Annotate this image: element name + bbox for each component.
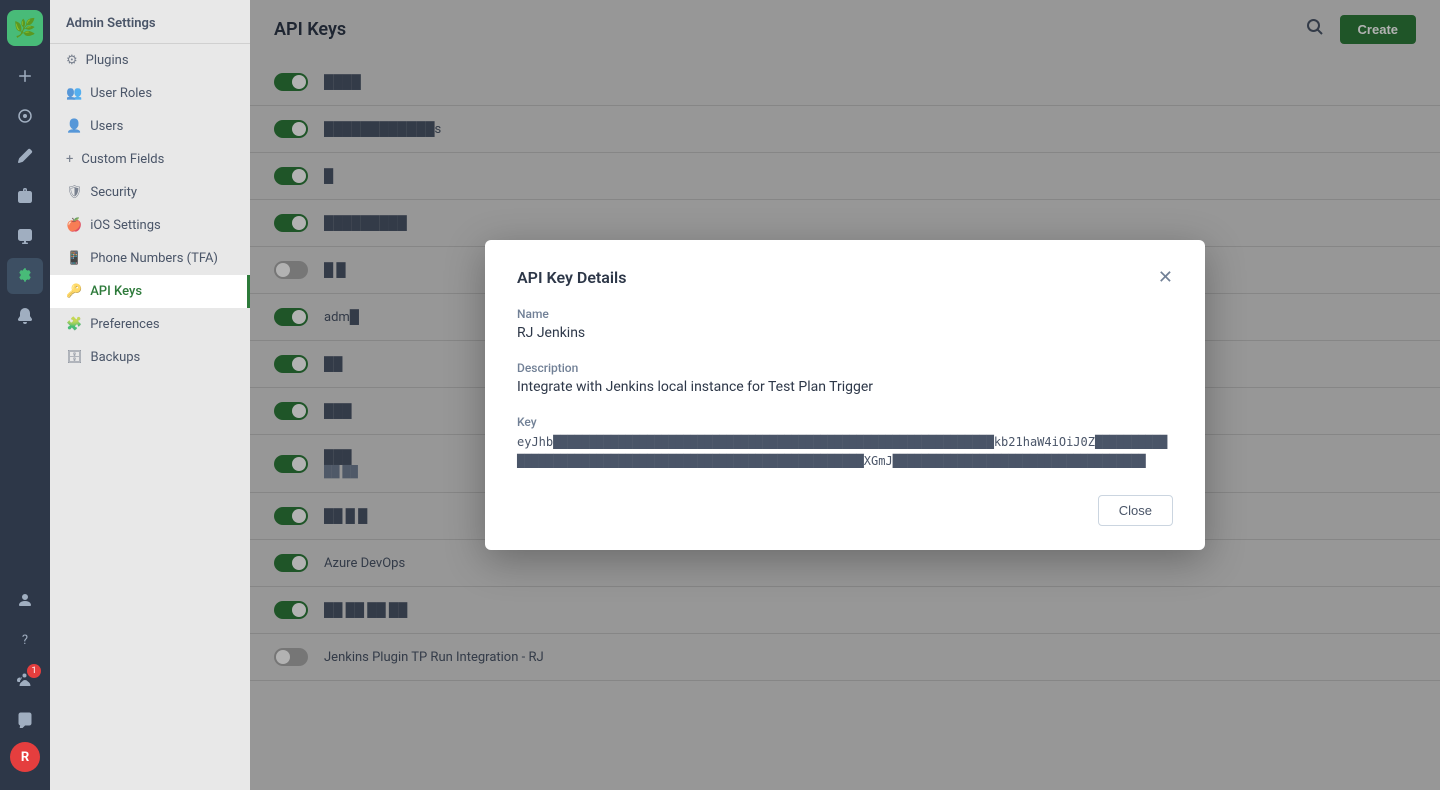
modal-close-button[interactable]: ✕ — [1158, 268, 1173, 286]
ios-icon: 🍎 — [66, 218, 82, 233]
sidebar-item-backups[interactable]: 🗄 Backups — [50, 341, 250, 374]
modal-overlay[interactable]: API Key Details ✕ Name RJ Jenkins Descri… — [250, 0, 1440, 790]
nav-bell-icon[interactable] — [7, 298, 43, 334]
main-content: API Keys Create ████ ████████████s — [250, 0, 1440, 790]
plugins-icon: ⚙ — [66, 53, 78, 68]
sidebar-item-api-keys[interactable]: 🔑 API Keys — [50, 275, 250, 308]
nav-chat-icon[interactable] — [7, 702, 43, 738]
nav-edit-icon[interactable] — [7, 138, 43, 174]
team-badge: 1 — [27, 664, 41, 678]
sidebar-item-plugins[interactable]: ⚙ Plugins — [50, 44, 250, 77]
sidebar-header: Admin Settings — [50, 0, 250, 44]
modal-header: API Key Details ✕ — [517, 268, 1173, 287]
nav-settings-icon[interactable] — [7, 258, 43, 294]
sidebar-item-custom-fields[interactable]: + Custom Fields — [50, 143, 250, 176]
modal-key-label: Key — [517, 415, 1173, 429]
nav-monitor-icon[interactable] — [7, 218, 43, 254]
api-keys-icon: 🔑 — [66, 284, 82, 299]
security-icon: 🛡 — [66, 185, 83, 200]
custom-fields-icon: + — [66, 152, 73, 167]
users-icon: 👤 — [66, 119, 82, 134]
phone-icon: 📱 — [66, 251, 82, 266]
icon-nav: 🌿 ? 1 — [0, 0, 50, 790]
sidebar: Admin Settings ⚙ Plugins 👥 User Roles 👤 … — [50, 0, 250, 790]
modal-close-action-button[interactable]: Close — [1098, 495, 1173, 526]
modal-name-label: Name — [517, 307, 1173, 321]
sidebar-item-user-roles[interactable]: 👥 User Roles — [50, 77, 250, 110]
nav-briefcase-icon[interactable] — [7, 178, 43, 214]
user-roles-icon: 👥 — [66, 86, 82, 101]
sidebar-item-phone-numbers[interactable]: 📱 Phone Numbers (TFA) — [50, 242, 250, 275]
modal-title: API Key Details — [517, 268, 626, 287]
user-avatar[interactable]: R — [10, 742, 40, 772]
modal-footer: Close — [517, 495, 1173, 526]
nav-dashboard-icon[interactable] — [7, 98, 43, 134]
sidebar-item-users[interactable]: 👤 Users — [50, 110, 250, 143]
modal-description-value: Integrate with Jenkins local instance fo… — [517, 379, 1173, 395]
nav-help-icon[interactable]: ? — [7, 622, 43, 658]
sidebar-item-ios-settings[interactable]: 🍎 iOS Settings — [50, 209, 250, 242]
nav-add-icon[interactable] — [7, 58, 43, 94]
preferences-icon: 🧩 — [66, 317, 82, 332]
modal-key-value: eyJhb███████████████████████████████████… — [517, 433, 1173, 471]
backups-icon: 🗄 — [66, 350, 83, 365]
app-logo[interactable]: 🌿 — [7, 10, 43, 46]
nav-team-icon[interactable]: 1 — [7, 662, 43, 698]
api-key-details-modal: API Key Details ✕ Name RJ Jenkins Descri… — [485, 240, 1205, 550]
sidebar-item-preferences[interactable]: 🧩 Preferences — [50, 308, 250, 341]
nav-person-icon[interactable] — [7, 582, 43, 618]
sidebar-item-security[interactable]: 🛡 Security — [50, 176, 250, 209]
modal-description-label: Description — [517, 361, 1173, 375]
modal-name-value: RJ Jenkins — [517, 325, 1173, 341]
